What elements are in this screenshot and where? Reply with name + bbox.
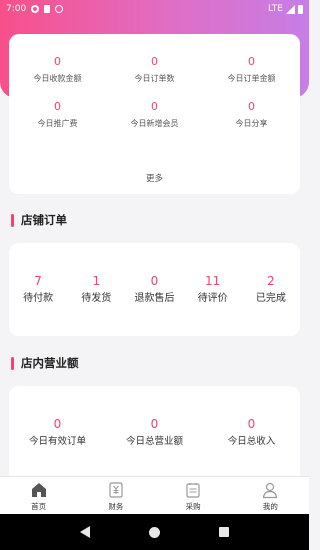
stat-collection-amount[interactable]: 0 今日收款金额 xyxy=(9,54,106,85)
order-pending-payment[interactable]: 7 待付款 xyxy=(9,273,67,306)
business-card: 0 今日有效订单 0 今日总营业额 0 今日总收入 xyxy=(9,386,300,486)
order-pending-review[interactable]: 11 待评价 xyxy=(184,273,242,306)
stat-order-count[interactable]: 0 今日订单数 xyxy=(106,54,203,85)
order-count: 11 xyxy=(205,274,221,288)
stat-value: 0 xyxy=(151,100,158,113)
order-label: 待评价 xyxy=(197,293,228,304)
biz-label: 今日总收入 xyxy=(227,436,276,447)
biz-value: 0 xyxy=(247,417,256,431)
order-label: 待付款 xyxy=(23,293,54,304)
network-type: LTE xyxy=(268,4,283,14)
order-label: 已完成 xyxy=(255,293,286,304)
tab-label: 财务 xyxy=(108,502,124,511)
stat-new-members[interactable]: 0 今日新增会员 xyxy=(106,99,203,130)
orders-card: 7 待付款 1 待发货 0 退款售后 11 待评价 2 已完成 xyxy=(9,243,300,336)
sync-status-icon xyxy=(55,5,64,13)
signal-icon xyxy=(286,4,295,14)
settings-status-icon xyxy=(31,5,40,13)
status-bar: 7:00 LTE xyxy=(0,0,309,18)
section-accent-bar xyxy=(11,356,14,370)
home-button-icon[interactable] xyxy=(148,526,160,538)
section-title-text: 店内营业额 xyxy=(21,356,79,370)
biz-total-income[interactable]: 0 今日总收入 xyxy=(203,416,300,449)
stat-label: 今日新增会员 xyxy=(130,119,179,128)
stat-value: 0 xyxy=(54,55,61,68)
stat-label: 今日推广费 xyxy=(37,119,78,128)
order-label: 退款售后 xyxy=(134,293,175,304)
order-completed[interactable]: 2 已完成 xyxy=(242,273,300,306)
order-count: 2 xyxy=(267,274,275,288)
orders-section-title: 店铺订单 xyxy=(11,212,67,228)
section-title-text: 店铺订单 xyxy=(21,213,67,227)
order-refund-aftersale[interactable]: 0 退款售后 xyxy=(125,273,183,306)
profile-icon xyxy=(263,482,278,499)
stat-label: 今日收款金额 xyxy=(33,74,82,83)
tab-finance[interactable]: 财务 xyxy=(77,477,154,514)
stat-shares[interactable]: 0 今日分享 xyxy=(203,99,300,130)
stat-value: 0 xyxy=(248,55,255,68)
tab-home[interactable]: 首页 xyxy=(0,477,77,514)
biz-label: 今日总营业额 xyxy=(125,436,183,447)
biz-label: 今日有效订单 xyxy=(28,436,86,447)
order-count: 0 xyxy=(150,274,159,288)
battery-icon xyxy=(298,4,303,14)
finance-icon xyxy=(109,482,123,498)
tab-label: 我的 xyxy=(262,502,278,511)
stat-value: 0 xyxy=(151,55,158,68)
order-label: 待发货 xyxy=(81,293,112,304)
stat-value: 0 xyxy=(248,100,255,113)
bottom-tab-bar: 首页 财务 采购 我的 xyxy=(0,476,309,514)
system-nav-bar xyxy=(0,514,309,550)
more-link[interactable]: 更多 xyxy=(9,172,300,184)
status-time: 7:00 xyxy=(6,4,27,14)
stat-value: 0 xyxy=(54,100,61,113)
section-accent-bar xyxy=(11,213,14,227)
today-stats-card: 0 今日收款金额 0 今日订单数 0 今日订单金额 0 今日推广费 0 今日新增… xyxy=(9,34,300,194)
tab-label: 首页 xyxy=(31,502,47,511)
sim-card-icon xyxy=(44,5,51,13)
stat-order-amount[interactable]: 0 今日订单金额 xyxy=(203,54,300,85)
tab-profile[interactable]: 我的 xyxy=(232,477,309,514)
purchase-icon xyxy=(186,483,200,498)
biz-valid-orders[interactable]: 0 今日有效订单 xyxy=(9,416,106,449)
biz-total-revenue[interactable]: 0 今日总营业额 xyxy=(106,416,203,449)
biz-value: 0 xyxy=(53,417,62,431)
tab-label: 采购 xyxy=(185,502,201,511)
tab-purchase[interactable]: 采购 xyxy=(155,477,232,514)
order-count: 7 xyxy=(34,274,42,288)
stat-promotion-fee[interactable]: 0 今日推广费 xyxy=(9,99,106,130)
recent-apps-icon[interactable] xyxy=(219,527,230,537)
business-section-title: 店内营业额 xyxy=(11,355,79,371)
stat-label: 今日订单金额 xyxy=(227,74,276,83)
home-icon xyxy=(31,483,46,497)
back-icon[interactable] xyxy=(79,526,90,538)
order-pending-shipment[interactable]: 1 待发货 xyxy=(67,273,125,306)
stat-label: 今日订单数 xyxy=(134,74,175,83)
order-count: 1 xyxy=(92,274,101,288)
stat-label: 今日分享 xyxy=(235,119,268,128)
biz-value: 0 xyxy=(150,417,159,431)
